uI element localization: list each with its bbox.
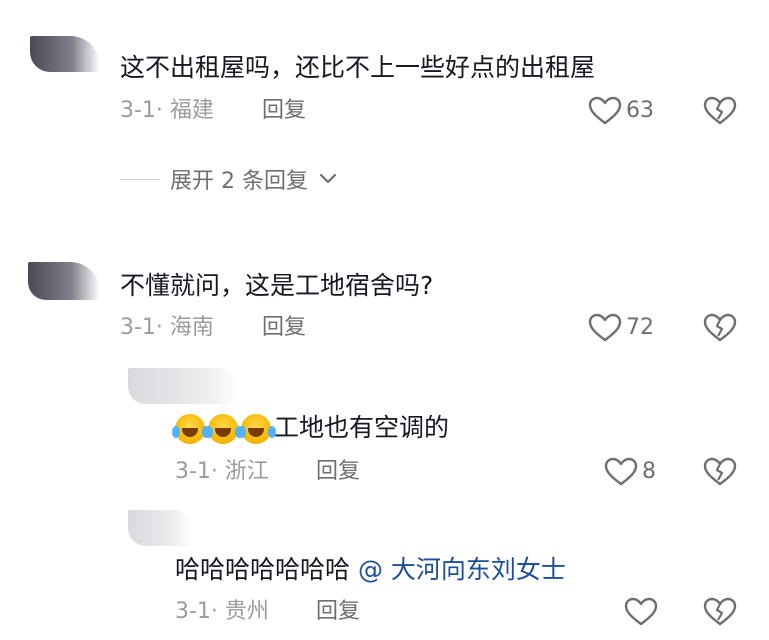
- comment-meta: 3-1· 福建: [120, 98, 214, 123]
- expand-replies-label: 展开 2 条回复: [170, 169, 308, 194]
- avatar[interactable]: [30, 36, 100, 72]
- reply-item: 工地也有空调的 3-1· 浙江 回复 8: [0, 360, 769, 500]
- reply-item: 哈哈哈哈哈哈哈 @ 大河向东刘女士 3-1· 贵州 回复: [0, 500, 769, 640]
- comment-item: 这不出租屋吗，还比不上一些好点的出租屋 3-1· 福建 回复 63 展开 2 条…: [0, 0, 769, 200]
- reply-button[interactable]: 回复: [316, 598, 360, 626]
- avatar[interactable]: [128, 368, 238, 404]
- heart-outline-icon: [604, 457, 638, 487]
- like-count: 72: [626, 315, 654, 340]
- like-count: 63: [626, 98, 654, 123]
- reply-meta: 3-1· 贵州: [175, 599, 269, 624]
- comment-text: 这不出租屋吗，还比不上一些好点的出租屋: [120, 53, 596, 82]
- laughing-tears-emoji-icon: [238, 414, 271, 444]
- reply-text-content: 哈哈哈哈哈哈哈: [175, 555, 351, 584]
- reply-text-content: 工地也有空调的: [274, 413, 450, 442]
- reply-text: 工地也有空调的: [172, 412, 450, 444]
- like-button[interactable]: 72: [588, 313, 654, 343]
- heart-outline-icon: [588, 313, 622, 343]
- like-button[interactable]: 8: [604, 457, 656, 487]
- chevron-down-icon: [318, 172, 338, 186]
- reply-text: 哈哈哈哈哈哈哈 @ 大河向东刘女士: [175, 554, 566, 586]
- avatar[interactable]: [28, 262, 100, 300]
- broken-heart-icon[interactable]: [703, 457, 737, 487]
- like-count: 8: [642, 459, 656, 484]
- like-button[interactable]: 63: [588, 96, 654, 126]
- mention-link[interactable]: @ 大河向东刘女士: [358, 555, 566, 584]
- comment-meta: 3-1· 海南: [120, 315, 214, 340]
- divider: [120, 178, 160, 180]
- avatar[interactable]: [128, 510, 192, 546]
- comment-item: 不懂就问，这是工地宿舍吗? 3-1· 海南 回复 72: [0, 250, 769, 360]
- reply-button[interactable]: 回复: [262, 97, 306, 125]
- reply-button[interactable]: 回复: [316, 458, 360, 486]
- broken-heart-icon[interactable]: [703, 96, 737, 126]
- heart-outline-icon: [624, 597, 658, 627]
- reply-button[interactable]: 回复: [262, 314, 306, 342]
- laughing-tears-emoji-icon: [205, 414, 238, 444]
- comment-text: 不懂就问，这是工地宿舍吗?: [120, 271, 434, 300]
- laughing-tears-emoji-icon: [172, 414, 205, 444]
- heart-outline-icon: [588, 96, 622, 126]
- reply-meta: 3-1· 浙江: [175, 459, 269, 484]
- like-button[interactable]: [624, 597, 662, 627]
- expand-replies-button[interactable]: 展开 2 条回复: [120, 163, 338, 195]
- broken-heart-icon[interactable]: [703, 313, 737, 343]
- broken-heart-icon[interactable]: [703, 597, 737, 627]
